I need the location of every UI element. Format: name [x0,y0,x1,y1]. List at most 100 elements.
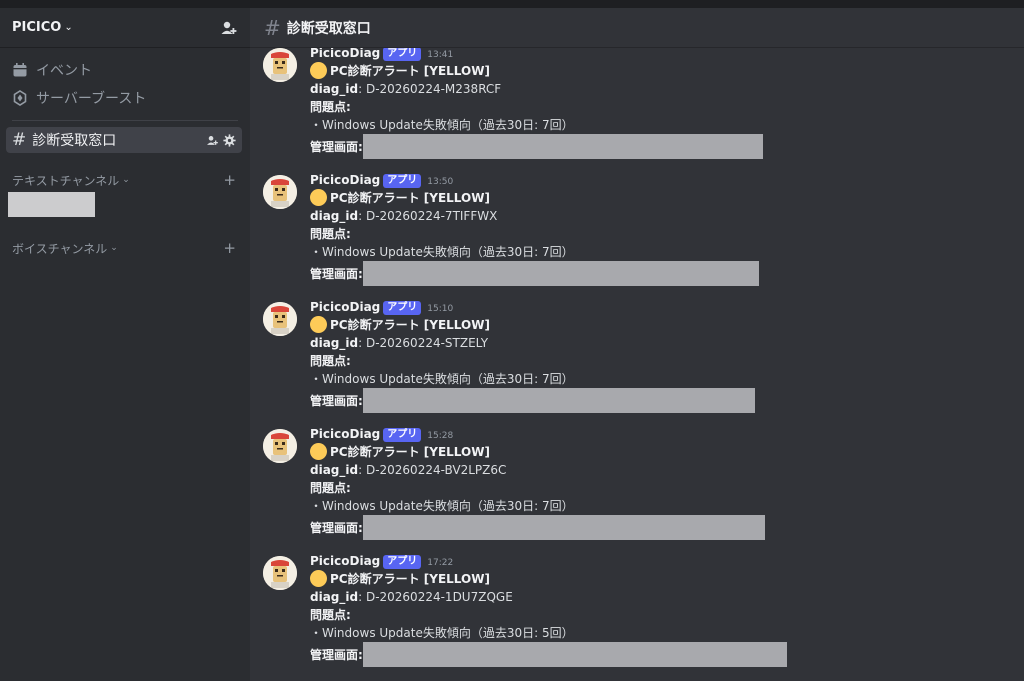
issues-label: 問題点: [310,100,351,114]
diag-id-label: diag_id [310,336,359,350]
alert-title-text: PC診断アラート [YELLOW] [330,191,490,205]
hash-icon: # [12,130,27,150]
channel-item-active[interactable]: # 診断受取窓口 [6,127,242,153]
add-member-icon[interactable] [220,19,238,37]
avatar[interactable] [263,556,297,590]
category-label: ボイスチャンネル [12,241,108,256]
admin-label: 管理画面: [310,267,363,281]
issues-label: 問題点: [310,481,351,495]
server-sidebar: PICICO ⌄ イベント サーバーブースト # 診断受取窓口 テキストチャンネ… [0,8,250,681]
redacted-link [362,388,755,413]
gear-icon[interactable] [223,133,236,147]
channel-name: 診断受取窓口 [32,133,117,149]
diag-id-line: diag_id: D-20260224-1DU7ZQGE [310,588,830,606]
bot-avatar-icon [263,175,297,209]
avatar[interactable] [263,302,297,336]
diag-id-value: : D-20260224-7TIFFWX [358,209,498,223]
sidebar-item-label: サーバーブースト [36,91,147,107]
issue-item: ・Windows Update失敗傾向（過去30日: 7回） [310,499,574,513]
alert-title-text: PC診断アラート [YELLOW] [330,64,490,78]
chevron-down-icon: ⌄ [122,175,130,185]
alert-title: PC診断アラート [YELLOW] [310,189,830,207]
alert-title-text: PC診断アラート [YELLOW] [330,318,490,332]
boost-icon [13,90,27,106]
yellow-circle-icon [310,62,327,79]
message-timestamp: 15:28 [427,431,454,441]
diag-id-line: diag_id: D-20260224-7TIFFWX [310,207,830,225]
message-timestamp: 13:50 [427,177,454,187]
message-author[interactable]: PicicoDiag [310,554,380,568]
chevron-down-icon: ⌄ [110,243,118,253]
redacted-link [362,134,763,159]
redacted-channel [8,192,95,217]
app-badge: アプリ [383,174,422,188]
diag-id-value: : D-20260224-BV2LPZ6C [358,463,507,477]
admin-line: 管理画面: [310,388,830,413]
message-author[interactable]: PicicoDiag [310,173,380,187]
server-name[interactable]: PICICO [12,20,61,35]
bot-avatar-icon [263,429,297,463]
diag-id-label: diag_id [310,209,359,223]
alert-title: PC診断アラート [YELLOW] [310,62,830,80]
server-header[interactable]: PICICO ⌄ [0,8,250,48]
app-badge: アプリ [383,48,422,61]
admin-label: 管理画面: [310,648,363,662]
admin-line: 管理画面: [310,261,830,286]
redacted-link [362,515,765,540]
alert-title: PC診断アラート [YELLOW] [310,443,830,461]
sidebar-divider [12,120,238,121]
bot-avatar-icon [263,302,297,336]
add-channel-icon[interactable]: + [223,171,236,189]
message-author[interactable]: PicicoDiag [310,48,380,60]
avatar[interactable] [263,175,297,209]
alert-title-text: PC診断アラート [YELLOW] [330,572,490,586]
add-channel-icon[interactable]: + [223,239,236,257]
category-label: テキストチャンネル [12,173,120,188]
admin-line: 管理画面: [310,515,830,540]
admin-line: 管理画面: [310,134,830,159]
issue-item: ・Windows Update失敗傾向（過去30日: 5回） [310,626,574,640]
alert-title: PC診断アラート [YELLOW] [310,570,830,588]
chevron-down-icon[interactable]: ⌄ [64,22,72,33]
category-text-channels[interactable]: テキストチャンネル ⌄ + [0,169,250,191]
yellow-circle-icon [310,316,327,333]
calendar-icon [13,63,27,77]
message-timestamp: 15:10 [427,304,454,314]
bot-avatar-icon [263,556,297,590]
diag-id-line: diag_id: D-20260224-M238RCF [310,80,830,98]
alert-title-text: PC診断アラート [YELLOW] [330,445,490,459]
app-badge: アプリ [383,428,422,442]
diag-id-value: : D-20260224-1DU7ZQGE [358,590,513,604]
issues-label: 問題点: [310,608,351,622]
channel-header: # 診断受取窓口 [250,8,1024,48]
admin-label: 管理画面: [310,394,363,408]
yellow-circle-icon [310,189,327,206]
category-voice-channels[interactable]: ボイスチャンネル ⌄ + [0,237,250,259]
message-author[interactable]: PicicoDiag [310,427,380,441]
alert-title: PC診断アラート [YELLOW] [310,316,830,334]
issue-item: ・Windows Update失敗傾向（過去30日: 7回） [310,245,574,259]
redacted-link [362,642,787,667]
yellow-circle-icon [310,443,327,460]
admin-label: 管理画面: [310,140,363,154]
issue-item: ・Windows Update失敗傾向（過去30日: 7回） [310,372,574,386]
redacted-link [362,261,759,286]
avatar[interactable] [263,48,297,82]
sidebar-item-server-boost[interactable]: サーバーブースト [0,84,250,112]
diag-id-line: diag_id: D-20260224-STZELY [310,334,830,352]
diag-id-label: diag_id [310,463,359,477]
add-member-icon[interactable] [206,134,219,147]
sidebar-item-events[interactable]: イベント [0,56,250,84]
hash-icon: # [264,15,281,40]
admin-line: 管理画面: [310,642,830,667]
message-timestamp: 17:22 [427,558,454,568]
diag-id-label: diag_id [310,590,359,604]
message-list[interactable]: PicicoDiag アプリ 13:41 PC診断アラート [YELLOW] dia… [250,48,1024,681]
issue-item: ・Windows Update失敗傾向（過去30日: 7回） [310,118,574,132]
yellow-circle-icon [310,570,327,587]
avatar[interactable] [263,429,297,463]
message-author[interactable]: PicicoDiag [310,300,380,314]
sidebar-item-label: イベント [36,63,92,79]
channel-title: 診断受取窓口 [286,20,371,37]
diag-id-line: diag_id: D-20260224-BV2LPZ6C [310,461,830,479]
